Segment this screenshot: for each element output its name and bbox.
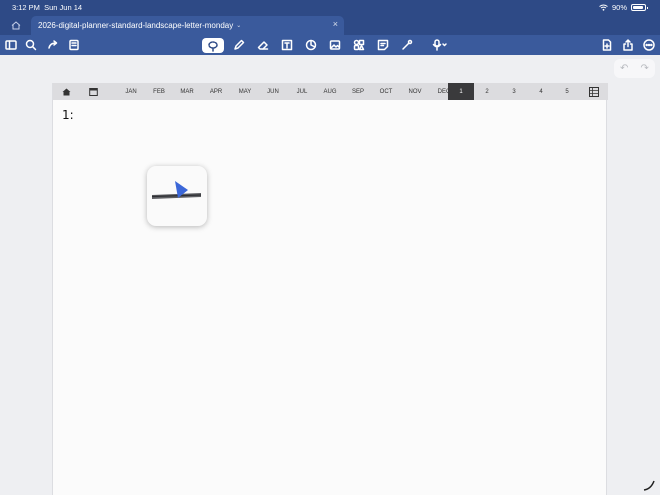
battery-icon (631, 4, 648, 11)
day-tab-4[interactable]: 4 (528, 83, 554, 100)
export-icon[interactable] (620, 37, 636, 53)
resize-corner-icon[interactable] (642, 478, 656, 492)
day-tab-1[interactable]: 1 (448, 83, 474, 100)
month-tab-aug[interactable]: AUG (318, 83, 342, 100)
close-tab-icon[interactable]: × (333, 19, 338, 29)
wifi-icon (599, 4, 608, 11)
pen-stroke-icon (151, 181, 202, 199)
month-tab-jan[interactable]: JAN (119, 83, 143, 100)
search-icon[interactable] (23, 37, 39, 53)
eraser-icon[interactable] (255, 37, 271, 53)
shapes-icon[interactable] (303, 37, 319, 53)
month-tab-mar[interactable]: MAR (175, 83, 199, 100)
month-tab-oct[interactable]: OCT (374, 83, 398, 100)
grid-view-icon[interactable] (587, 83, 601, 100)
share-arrow-icon[interactable] (45, 37, 61, 53)
calendar-nav-icon[interactable] (86, 83, 100, 100)
month-tab-jul[interactable]: JUL (290, 83, 314, 100)
pen-icon[interactable] (231, 37, 247, 53)
status-right: 90% (599, 3, 648, 12)
laser-pointer-icon[interactable] (399, 37, 415, 53)
day-tab-3[interactable]: 3 (501, 83, 527, 100)
month-tab-feb[interactable]: FEB (147, 83, 171, 100)
document-tab[interactable]: 2026-digital-planner-standard-landscape-… (31, 16, 344, 35)
day-tab-2[interactable]: 2 (474, 83, 500, 100)
redo-icon[interactable]: ↷ (641, 63, 649, 74)
elements-icon[interactable] (351, 37, 367, 53)
lasso-icon[interactable] (202, 38, 224, 53)
month-tab-sep[interactable]: SEP (346, 83, 370, 100)
battery-percent: 90% (611, 3, 627, 12)
home-icon (11, 20, 21, 29)
home-tab[interactable] (8, 18, 24, 32)
home-nav-icon[interactable] (59, 83, 73, 100)
chevron-down-icon[interactable]: ⌄ (236, 22, 241, 29)
month-tab-apr[interactable]: APR (204, 83, 228, 100)
undo-redo-group: ↶ ↷ (614, 59, 655, 78)
add-page-icon[interactable] (599, 37, 615, 53)
sidebar-icon[interactable] (3, 37, 19, 53)
day-tab-5[interactable]: 5 (554, 83, 580, 100)
month-tab-may[interactable]: MAY (233, 83, 257, 100)
microphone-icon[interactable] (428, 37, 452, 53)
month-tab-nov[interactable]: NOV (403, 83, 427, 100)
status-time: 3:12 PM Sun Jun 14 (12, 3, 83, 12)
more-icon[interactable] (641, 37, 657, 53)
tab-bar: 2026-digital-planner-standard-landscape-… (0, 15, 660, 35)
page-number-label: 1: (62, 108, 74, 122)
planner-page[interactable]: JAN FEB MAR APR MAY JUN JUL AUG SEP OCT NOV DEC 1 2 3 4… (52, 83, 608, 495)
floating-pen-tool[interactable] (147, 166, 207, 226)
sticky-note-icon[interactable] (375, 37, 391, 53)
month-nav-bar: JAN FEB MAR APR MAY JUN JUL AUG SEP OCT NOV DEC 1 2 3 4… (53, 83, 608, 100)
bookmark-list-icon[interactable] (66, 37, 82, 53)
app-chrome: 3:12 PM Sun Jun 14 90% 2026-digital-plan… (0, 0, 660, 55)
toolbar (0, 35, 660, 55)
status-bar: 3:12 PM Sun Jun 14 90% (0, 0, 660, 15)
image-icon[interactable] (327, 37, 343, 53)
month-tab-jun[interactable]: JUN (261, 83, 285, 100)
text-box-icon[interactable] (279, 37, 295, 53)
document-title: 2026-digital-planner-standard-landscape-… (38, 21, 234, 30)
undo-icon[interactable]: ↶ (620, 63, 628, 74)
